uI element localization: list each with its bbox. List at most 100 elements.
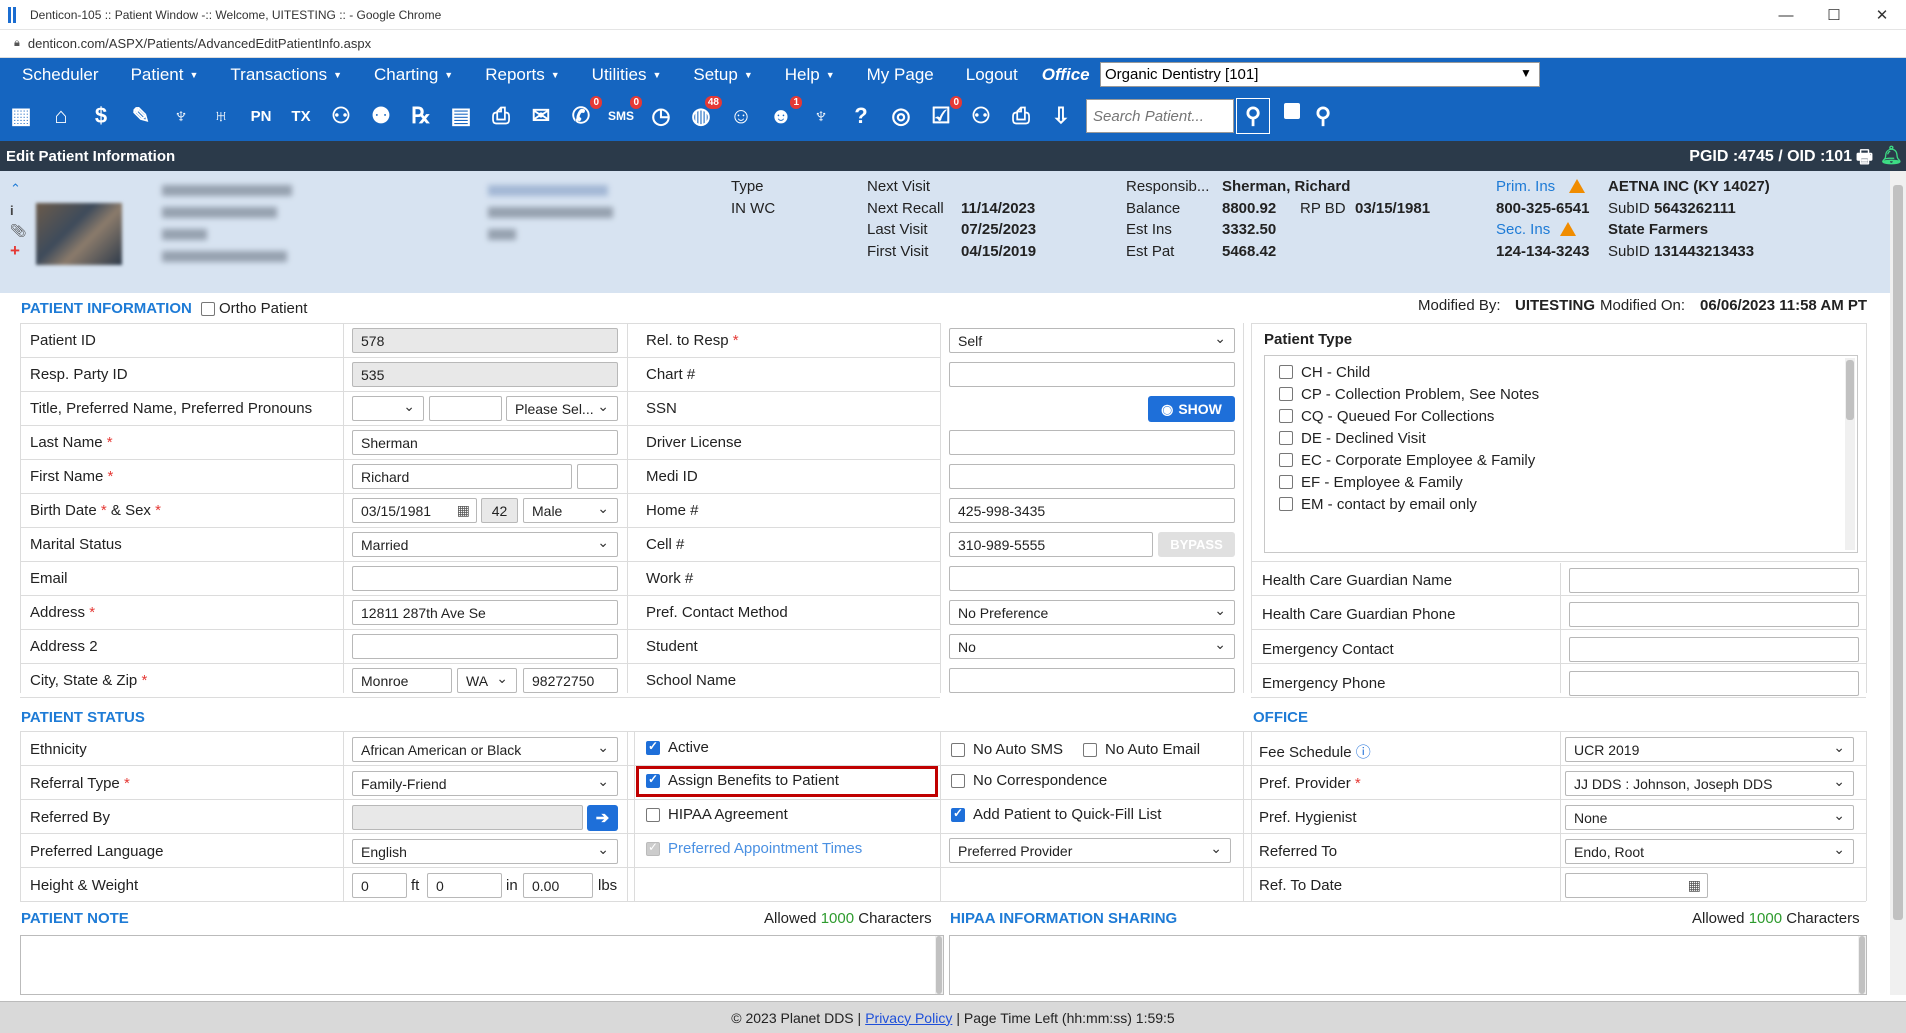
- hc-phone-input[interactable]: [1569, 602, 1859, 627]
- address-bar[interactable]: 🔒︎ denticon.com/ASPX/Patients/AdvancedEd…: [0, 30, 1906, 58]
- globe-icon[interactable]: ◍ 48: [684, 96, 722, 134]
- home-icon[interactable]: ⌂: [44, 98, 78, 134]
- avatar[interactable]: [36, 203, 122, 265]
- pn-icon[interactable]: PN: [244, 98, 278, 134]
- medical-alert-icon[interactable]: +: [10, 241, 20, 261]
- family-icon[interactable]: ⚇: [964, 98, 998, 134]
- patient-type-item[interactable]: EM - contact by email only: [1279, 496, 1477, 513]
- preferred-name-input[interactable]: [429, 396, 502, 421]
- menu-item-utilities[interactable]: Utilities ▼: [570, 65, 672, 85]
- search-patient-input[interactable]: [1086, 99, 1234, 133]
- print-icon[interactable]: 🖶︎: [1856, 145, 1878, 167]
- url-text[interactable]: denticon.com/ASPX/Patients/AdvancedEditP…: [28, 36, 371, 51]
- patient-type-item[interactable]: CH - Child: [1279, 364, 1370, 381]
- referred-to-select[interactable]: Endo, Root: [1565, 839, 1854, 864]
- collapse-icon[interactable]: ⌃: [10, 181, 21, 197]
- arrow-right-icon[interactable]: ➔: [587, 805, 618, 831]
- email-input[interactable]: [352, 566, 618, 591]
- rx-icon[interactable]: ℞: [404, 98, 438, 134]
- fee-select[interactable]: UCR 2019: [1565, 737, 1854, 762]
- search-option-checkbox[interactable]: [1284, 103, 1300, 119]
- web-icon[interactable]: ◎: [884, 98, 918, 134]
- calendar-icon[interactable]: ▦: [4, 98, 38, 134]
- tooth-outline-icon[interactable]: ♆: [804, 98, 838, 134]
- no-sms-checkbox[interactable]: [951, 743, 965, 757]
- clock-icon[interactable]: ◷: [644, 98, 678, 134]
- group-icon[interactable]: ☺: [724, 98, 758, 134]
- school-input[interactable]: [949, 668, 1235, 693]
- menu-item-scheduler[interactable]: Scheduler: [0, 65, 109, 85]
- menu-item-reports[interactable]: Reports ▼: [463, 65, 569, 85]
- no-email-checkbox[interactable]: [1083, 743, 1097, 757]
- patient-type-checkbox[interactable]: [1279, 453, 1293, 467]
- city-input[interactable]: Monroe: [352, 668, 452, 693]
- chat-icon[interactable]: ✆ 0: [564, 96, 602, 134]
- menu-item-patient[interactable]: Patient ▼: [109, 65, 209, 85]
- patient-note-textarea[interactable]: [20, 935, 944, 995]
- office-select[interactable]: Organic Dentistry [101]: [1100, 62, 1540, 87]
- language-select[interactable]: English: [352, 839, 618, 864]
- scrollbar-thumb[interactable]: [1893, 185, 1903, 920]
- tooth-icon[interactable]: ♆: [164, 98, 198, 134]
- pref-provider-select[interactable]: Preferred Provider: [949, 838, 1231, 863]
- referral-select[interactable]: Family-Friend: [352, 771, 618, 796]
- add-patient-icon[interactable]: ⚇: [324, 98, 358, 134]
- sex-select[interactable]: Male: [523, 498, 618, 523]
- patient-type-checkbox[interactable]: [1279, 365, 1293, 379]
- info-icon[interactable]: ⓘ: [1356, 744, 1371, 761]
- hipaa-checkbox[interactable]: [646, 808, 660, 822]
- patient-type-item[interactable]: DE - Declined Visit: [1279, 430, 1426, 447]
- patient-type-checkbox[interactable]: [1279, 475, 1293, 489]
- checklist-icon[interactable]: ☑ 0: [924, 96, 962, 134]
- pref-contact-select[interactable]: No Preference: [949, 600, 1235, 625]
- cell-input[interactable]: 310-989-5555: [949, 532, 1153, 557]
- close-icon[interactable]: ✕: [1858, 0, 1906, 30]
- no-corr-checkbox[interactable]: [951, 774, 965, 788]
- printer-doc-icon[interactable]: ⎙: [484, 98, 518, 134]
- warning-icon[interactable]: [1569, 179, 1585, 193]
- tx-icon[interactable]: TX: [284, 98, 318, 134]
- patient-type-item[interactable]: EC - Corporate Employee & Family: [1279, 452, 1535, 469]
- privacy-link[interactable]: Privacy Policy: [865, 1010, 952, 1026]
- birth-date-input[interactable]: 03/15/1981 ▦: [352, 498, 477, 523]
- patient-type-item[interactable]: EF - Employee & Family: [1279, 474, 1463, 491]
- mail-icon[interactable]: ✉: [524, 98, 558, 134]
- em-contact-input[interactable]: [1569, 637, 1859, 662]
- title-select[interactable]: [352, 396, 424, 421]
- warning-icon[interactable]: [1560, 222, 1576, 236]
- question-icon[interactable]: ?: [844, 98, 878, 134]
- menu-item-charting[interactable]: Charting ▼: [352, 65, 463, 85]
- em-phone-input[interactable]: [1569, 671, 1859, 696]
- menu-item-setup[interactable]: Setup ▼: [671, 65, 762, 85]
- chevron-down-icon[interactable]: ▼: [1520, 66, 1532, 80]
- global-search-icon[interactable]: ⚲: [1306, 98, 1340, 134]
- hipaa-sharing-textarea[interactable]: [949, 935, 1867, 995]
- provider-select[interactable]: JJ DDS : Johnson, Joseph DDS: [1565, 771, 1854, 796]
- address2-input[interactable]: [352, 634, 618, 659]
- bypass-button[interactable]: BYPASS: [1158, 532, 1235, 557]
- prim-ins-link[interactable]: Prim. Ins: [1496, 178, 1555, 195]
- menu-item-my-page[interactable]: My Page: [845, 65, 944, 85]
- weight-input[interactable]: 0.00: [523, 873, 593, 898]
- edit-icon[interactable]: ✎: [124, 98, 158, 134]
- marital-select[interactable]: Married: [352, 532, 618, 557]
- minimize-icon[interactable]: —: [1762, 0, 1810, 30]
- chart-input[interactable]: [949, 362, 1235, 387]
- menu-item-transactions[interactable]: Transactions ▼: [208, 65, 352, 85]
- calendar-icon[interactable]: ▦: [457, 502, 470, 519]
- calendar-icon[interactable]: ▦: [1688, 877, 1701, 894]
- sec-ins-link[interactable]: Sec. Ins: [1496, 221, 1550, 238]
- page-scrollbar[interactable]: [1890, 171, 1906, 995]
- patient-type-checkbox[interactable]: [1279, 409, 1293, 423]
- notes-icon[interactable]: ▤: [444, 98, 478, 134]
- height-in-input[interactable]: 0: [427, 873, 502, 898]
- home-input[interactable]: 425-998-3435: [949, 498, 1235, 523]
- scrollbar-thumb[interactable]: [1846, 360, 1854, 420]
- menu-item-help[interactable]: Help ▼: [763, 65, 845, 85]
- patient-type-list[interactable]: CH - Child CP - Collection Problem, See N…: [1264, 355, 1858, 553]
- dollar-icon[interactable]: $: [84, 98, 118, 134]
- download-icon[interactable]: ⇩: [1044, 98, 1078, 134]
- state-select[interactable]: WA: [457, 668, 517, 693]
- attachment-icon[interactable]: 📎︎: [10, 223, 27, 239]
- dl-input[interactable]: [949, 430, 1235, 455]
